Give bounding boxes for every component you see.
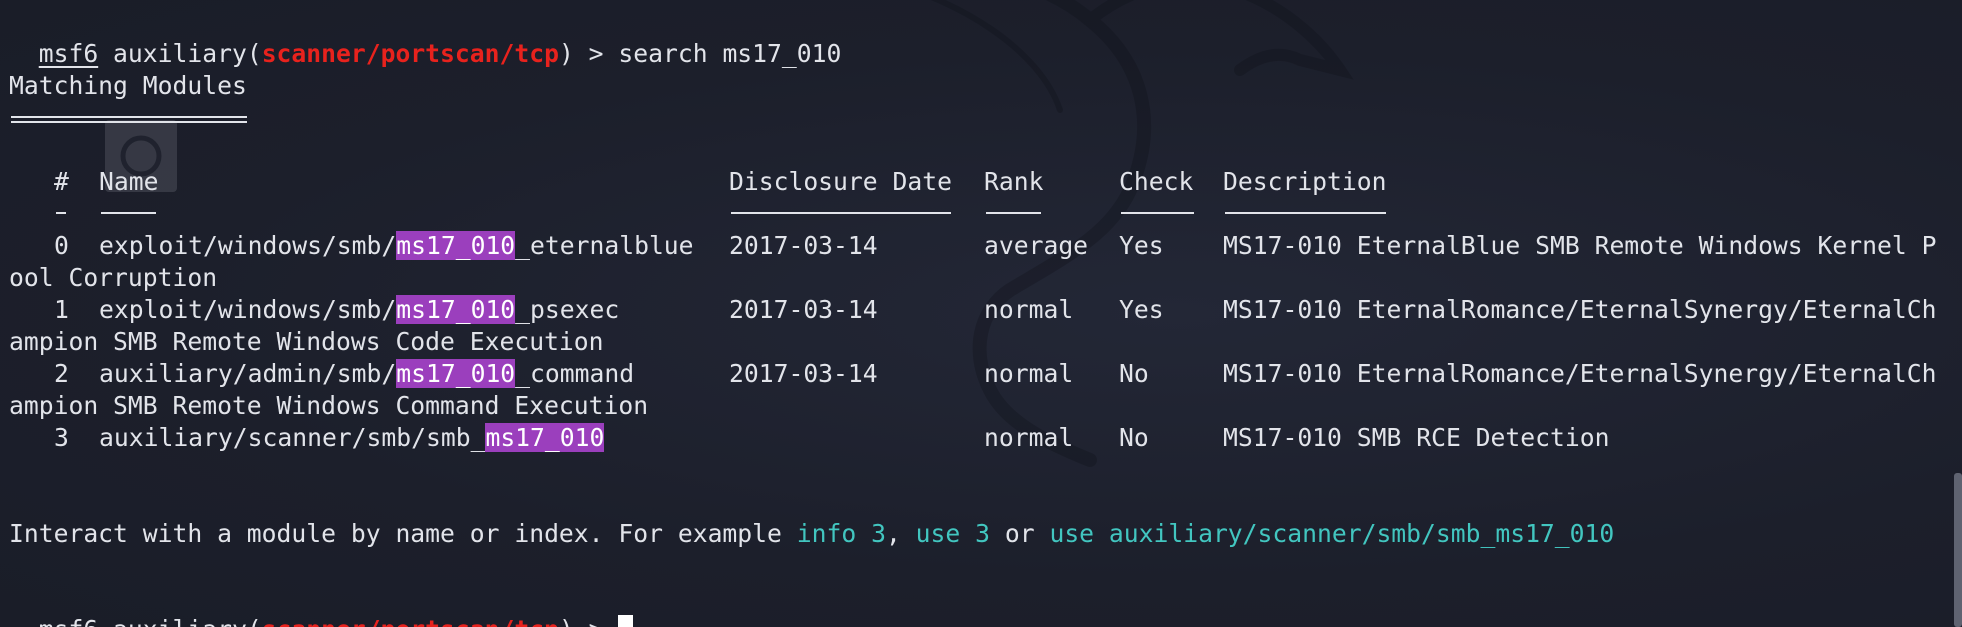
table-row-rank: normal (984, 295, 1074, 324)
table-row-name: exploit/windows/smb/ms17_010_psexec (99, 295, 620, 324)
prompt-module-prefix: auxiliary( (98, 39, 262, 68)
column-rule-num (56, 212, 66, 214)
usage-hint: Interact with a module by name or index.… (9, 519, 1615, 548)
table-row-num: 3 (54, 423, 69, 452)
table-row-name: auxiliary/scanner/smb/smb_ms17_010 (99, 423, 605, 452)
table-row-rank: normal (984, 423, 1074, 452)
terminal-cursor[interactable] (618, 615, 634, 627)
prompt-suffix: ) > (559, 615, 618, 627)
table-row-description: MS17-010 EternalBlue SMB Remote Windows … (1223, 231, 1937, 260)
prompt-suffix: ) > (558, 39, 619, 68)
prompt-user: msf6 (38, 39, 99, 68)
table-row-description-wrap: ool Corruption (9, 263, 218, 292)
table-row-name: exploit/windows/smb/ms17_010_eternalblue (99, 231, 694, 260)
table-row-description: MS17-010 EternalRomance/EternalSynergy/E… (1223, 295, 1937, 324)
table-row-description-wrap: ampion SMB Remote Windows Command Execut… (9, 391, 649, 420)
prompt-module-path: scanner/portscan/tcp (262, 615, 559, 627)
table-row-check: Yes (1119, 295, 1164, 324)
search-match-highlight: ms17_010 (396, 359, 516, 388)
column-header-check: Check (1119, 167, 1194, 196)
prompt-module-prefix: auxiliary( (98, 615, 262, 627)
search-match-highlight: ms17_010 (396, 231, 516, 260)
column-rule-check (1121, 212, 1194, 214)
search-match-highlight: ms17_010 (485, 423, 605, 452)
prompt-line: msf6 auxiliary(scanner/portscan/tcp) > s… (9, 6, 842, 68)
table-row-description: MS17-010 EternalRomance/EternalSynergy/E… (1223, 359, 1937, 388)
column-rule-date (731, 212, 951, 214)
column-header-rank: Rank (984, 167, 1044, 196)
table-row-description-wrap: ampion SMB Remote Windows Code Execution (9, 327, 604, 356)
column-header-description: Description (1223, 167, 1387, 196)
search-match-highlight: ms17_010 (396, 295, 516, 324)
hint-example-use-index: use 3 (915, 519, 990, 548)
table-row-check: Yes (1119, 231, 1164, 260)
command-text: search ms17_010 (618, 39, 842, 68)
section-title-underline (11, 116, 247, 123)
hint-example-info: info 3 (796, 519, 886, 548)
prompt-user: msf6 (39, 615, 98, 627)
table-row-check: No (1119, 423, 1149, 452)
column-header-name: Name (99, 167, 159, 196)
table-row-name: auxiliary/admin/smb/ms17_010_command (99, 359, 635, 388)
active-prompt-line[interactable]: msf6 auxiliary(scanner/portscan/tcp) > (9, 582, 634, 627)
column-rule-name (101, 212, 156, 214)
column-header-num: # (54, 167, 69, 196)
terminal-scrollbar[interactable] (1954, 473, 1962, 627)
section-title: Matching Modules (9, 71, 247, 100)
column-rule-description (1225, 212, 1386, 214)
table-row-description: MS17-010 SMB RCE Detection (1223, 423, 1610, 452)
table-row-date: 2017-03-14 (729, 359, 878, 388)
table-row-rank: average (984, 231, 1089, 260)
table-row-check: No (1119, 359, 1149, 388)
table-row-date: 2017-03-14 (729, 295, 878, 324)
column-header-date: Disclosure Date (729, 167, 952, 196)
table-row-num: 0 (54, 231, 69, 260)
table-row-date: 2017-03-14 (729, 231, 878, 260)
table-row-num: 2 (54, 359, 69, 388)
prompt-module-path: scanner/portscan/tcp (261, 39, 559, 68)
table-row-num: 1 (54, 295, 69, 324)
table-row-rank: normal (984, 359, 1074, 388)
hint-example-use-name: use auxiliary/scanner/smb/smb_ms17_010 (1049, 519, 1615, 548)
column-rule-rank (986, 212, 1041, 214)
